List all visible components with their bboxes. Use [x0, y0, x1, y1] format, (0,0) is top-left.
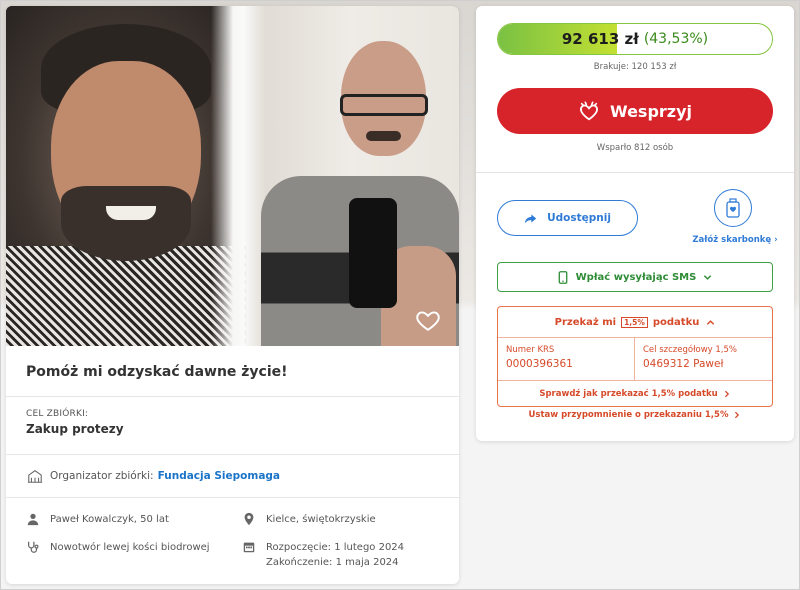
chevron-right-icon [735, 411, 740, 419]
siepomaga-heart-logo-icon [580, 101, 598, 121]
raised-amount: 92 613 zł [561, 30, 639, 48]
beneficiary-row: Paweł Kowalczyk, 50 lat [26, 512, 169, 527]
divider [476, 172, 794, 173]
tax-goal-value: 0469312 Paweł [643, 358, 724, 370]
tax-goal-field: Cel szczegółowy 1,5% 0469312 Paweł [635, 338, 772, 380]
reminder-link[interactable]: Ustaw przypomnienie o przekazaniu 1,5% [476, 410, 794, 420]
progress-bar: 92 613 zł (43,53%) [497, 23, 773, 55]
krs-value: 0000396361 [506, 358, 573, 370]
chevron-up-icon [707, 319, 715, 325]
end-date: Zakończenie: 1 maja 2024 [266, 557, 399, 568]
beneficiary-text: Paweł Kowalczyk, 50 lat [50, 514, 169, 525]
chevron-down-icon [704, 274, 712, 280]
tax-percent-badge: 1,5% [621, 316, 648, 328]
piggy-bank-icon[interactable] [714, 189, 752, 227]
diagnosis-row: Nowotwór lewej kości biodrowej [26, 540, 210, 555]
supporters-count: Wsparło 812 osób [596, 143, 674, 153]
campaign-title: Pomóż mi odzyskać dawne życie! [26, 364, 288, 380]
calendar-icon [243, 542, 255, 553]
piggy-bank-link[interactable]: Załóż skarbonkę › [690, 235, 780, 245]
organizer-building-icon [27, 470, 43, 483]
krs-label: Numer KRS [506, 345, 555, 355]
missing-amount: Brakuje: 120 153 zł [593, 62, 677, 72]
krs-field: Numer KRS 0000396361 [498, 338, 635, 380]
heart-icon[interactable] [415, 307, 441, 333]
share-button[interactable]: Udostępnij [497, 200, 638, 236]
location-row: Kielce, świętokrzyskie [242, 512, 376, 527]
goal-section: CEL ZBIÓRKI: Zakup protezy [6, 397, 459, 455]
location-pin-icon [244, 512, 254, 526]
tax-check-link[interactable]: Sprawdź jak przekazać 1,5% podatku [498, 380, 772, 407]
sms-label: Wpłać wysyłając SMS [575, 271, 697, 283]
donate-label: Wesprzyj [609, 101, 693, 121]
diagnosis-text: Nowotwór lewej kości biodrowej [50, 542, 210, 553]
donate-button[interactable]: Wesprzyj [497, 88, 773, 134]
location-text: Kielce, świętokrzyskie [266, 514, 376, 525]
tax-section: Przekaż mi 1,5% podatku Numer KRS 000039… [497, 306, 773, 407]
goal-value: Zakup protezy [26, 422, 124, 436]
phone-icon [558, 270, 568, 284]
share-label: Udostępnij [547, 212, 611, 224]
tax-goal-label: Cel szczegółowy 1,5% [643, 345, 737, 355]
chevron-right-icon [724, 390, 729, 398]
tax-header[interactable]: Przekaż mi 1,5% podatku [498, 307, 772, 338]
goal-label: CEL ZBIÓRKI: [26, 409, 89, 419]
start-date: Rozpoczęcie: 1 lutego 2024 [266, 542, 405, 553]
dates-row: Rozpoczęcie: 1 lutego 2024 Zakończenie: … [242, 540, 404, 570]
organizer-label: Organizator zbiórki: [50, 470, 154, 482]
title-section: Pomóż mi odzyskać dawne życie! [6, 346, 459, 397]
sms-button[interactable]: Wpłać wysyłając SMS [497, 262, 773, 292]
donation-panel: 92 613 zł (43,53%) Brakuje: 120 153 zł W… [476, 6, 794, 441]
campaign-photo [6, 6, 459, 346]
organizer-link[interactable]: Fundacja Siepomaga [158, 470, 280, 482]
organizer-section: Organizator zbiórki: Fundacja Siepomaga [6, 455, 459, 498]
share-arrow-icon [524, 213, 537, 223]
stethoscope-icon [28, 541, 39, 553]
raised-percent: (43,53%) [643, 31, 709, 47]
person-icon [27, 513, 39, 526]
info-section: Paweł Kowalczyk, 50 lat Kielce, świętokr… [6, 498, 459, 568]
campaign-card: Pomóż mi odzyskać dawne życie! CEL ZBIÓR… [6, 6, 459, 584]
